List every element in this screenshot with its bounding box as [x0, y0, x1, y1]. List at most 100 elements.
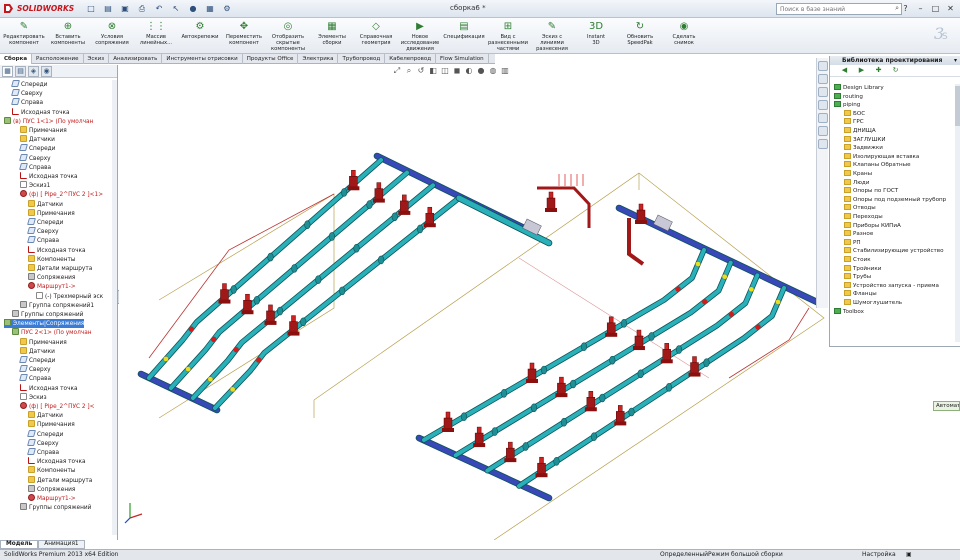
forum-tab-icon[interactable]	[818, 139, 828, 149]
ribbon-button-11[interactable]: ⊞ Вид с разнесенными частями	[486, 18, 530, 53]
search-input[interactable]	[777, 4, 887, 14]
tree-item[interactable]: Справа	[19, 374, 51, 383]
new-icon[interactable]: □	[84, 2, 98, 15]
tree-item[interactable]: Примечания	[20, 337, 67, 347]
solidworks-logo[interactable]: SOLIDWORKS	[2, 2, 76, 15]
tab-0[interactable]: Сборка	[0, 54, 33, 64]
previous-view-icon[interactable]: ↺	[416, 66, 426, 76]
tree-item[interactable]: (в) ПУС 1<1> (По умолчан	[4, 116, 93, 126]
library-item[interactable]: РП	[844, 238, 861, 248]
file-explorer-tab-icon[interactable]	[818, 87, 828, 97]
library-item[interactable]: Тройники	[844, 264, 881, 274]
tab-1[interactable]: Расположение	[32, 54, 84, 64]
library-item[interactable]: Трубы	[844, 273, 871, 282]
tree-item[interactable]: Сопряжения	[28, 273, 75, 282]
property-manager-tab-icon[interactable]: ▤	[15, 66, 26, 77]
tree-item[interactable]: Справа	[19, 162, 51, 172]
library-item[interactable]: Разное	[844, 230, 873, 239]
close-icon[interactable]: ✕	[945, 3, 956, 14]
tree-item[interactable]: Группа сопряжений1	[20, 300, 94, 310]
library-item[interactable]: Клапаны Обратные	[844, 161, 911, 170]
tree-item[interactable]: Сверху	[27, 438, 59, 448]
rebuild-icon[interactable]: ●	[186, 2, 200, 15]
custom-properties-tab-icon[interactable]	[818, 126, 828, 136]
tree-item[interactable]: Исходная точка	[28, 457, 86, 466]
tree-item[interactable]: Сверху	[19, 153, 51, 163]
ribbon-button-8[interactable]: ◇ Справочная геометрия	[354, 18, 398, 52]
tree-item[interactable]: Спереди	[27, 218, 63, 227]
tree-item[interactable]: Спереди	[19, 144, 55, 153]
tree-item[interactable]: Спереди	[19, 356, 55, 365]
tab-5[interactable]: Продукты Office	[243, 54, 299, 64]
appearance-icon[interactable]: ●	[476, 66, 486, 76]
ribbon-button-10[interactable]: ▤ Спецификация	[442, 18, 486, 52]
library-item[interactable]: Стоик	[844, 256, 871, 265]
library-item[interactable]: ЗАГЛУШКИ	[844, 135, 886, 145]
tab-6[interactable]: Электрика	[298, 54, 339, 64]
tree-item[interactable]: Примечания	[28, 208, 75, 218]
design-library-scrollbar[interactable]	[955, 84, 960, 342]
library-item[interactable]: Стабилизирующие устройство	[844, 247, 944, 256]
tree-item[interactable]: Детали маршрута	[28, 264, 92, 273]
tree-item[interactable]: Компоненты	[28, 254, 75, 264]
add-to-library-icon[interactable]: ✚	[874, 66, 883, 75]
view-orientation-icon[interactable]: ◫	[440, 66, 450, 76]
ribbon-button-15[interactable]: ◉ Сделать снимок	[662, 18, 706, 52]
library-item[interactable]: Фланцы	[844, 290, 877, 299]
tree-scrollbar[interactable]	[112, 80, 117, 535]
tree-item[interactable]: Эскиз1	[20, 181, 50, 190]
open-icon[interactable]: ▤	[101, 2, 115, 15]
tree-item[interactable]: Маршрут1->	[28, 494, 76, 503]
display-manager-icon[interactable]: ▥	[500, 66, 510, 76]
file-props-icon[interactable]: ▦	[203, 2, 217, 15]
tree-item[interactable]: Детали маршрута	[28, 475, 92, 485]
library-item[interactable]: Опоры по ГОСТ	[844, 187, 898, 196]
search-icon[interactable]: ⌕	[895, 4, 899, 13]
tree-item[interactable]: Справа	[27, 448, 59, 457]
ribbon-button-5[interactable]: ✥ Переместить компонент	[222, 18, 266, 52]
tab-9[interactable]: Flow Simulation	[436, 54, 489, 64]
graphics-area[interactable]	[119, 78, 825, 540]
library-item[interactable]: routing	[834, 92, 863, 102]
tab-4[interactable]: Инструменты отрисовки	[162, 54, 243, 64]
tree-item[interactable]: Сверху	[19, 365, 51, 374]
select-icon[interactable]: ↖	[169, 2, 183, 15]
undo-icon[interactable]: ↶	[152, 2, 166, 15]
palette-tab[interactable]: Автоматически	[933, 401, 960, 411]
ribbon-button-9[interactable]: ▶ Новое исследование движения	[398, 18, 442, 53]
library-item[interactable]: Отводы	[844, 204, 876, 213]
back-icon[interactable]: ◀	[840, 66, 849, 75]
tree-item[interactable]: (-) Трехмерный эск	[36, 291, 103, 301]
zoom-fit-icon[interactable]: ⤢	[392, 66, 402, 76]
ribbon-button-12[interactable]: ✎ Эскиз с линиями разнесения	[530, 18, 574, 53]
tree-item[interactable]: (ф) [ Pipe_2^ПУС 2 ]<1>	[20, 190, 103, 199]
tree-item[interactable]: Датчики	[28, 199, 63, 209]
forward-icon[interactable]: ▶	[857, 66, 866, 75]
library-item[interactable]: Toolbox	[834, 307, 864, 317]
tree-item[interactable]: Исходная точка	[12, 107, 70, 117]
tree-item[interactable]: Исходная точка	[20, 383, 78, 393]
tree-item[interactable]: Сверху	[27, 227, 59, 236]
options-icon[interactable]: ⚙	[220, 2, 234, 15]
resources-tab-icon[interactable]	[818, 61, 828, 71]
tree-item[interactable]: Спереди	[27, 429, 63, 439]
library-item[interactable]: ДНИЩА	[844, 127, 876, 136]
tree-item[interactable]: Маршрут1->	[28, 282, 76, 291]
tree-item[interactable]: Справа	[27, 236, 59, 245]
tab-2[interactable]: Эскиз	[84, 54, 110, 64]
library-item[interactable]: Опоры под подземный трубопр	[844, 195, 946, 205]
tree-item[interactable]: Датчики	[20, 135, 55, 144]
scroll-thumb[interactable]	[955, 86, 960, 126]
ribbon-button-13[interactable]: 3D Instant 3D	[574, 18, 618, 52]
pin-icon[interactable]: ▾	[954, 56, 957, 65]
ribbon-button-7[interactable]: ▦ Элементы сборки	[310, 18, 354, 52]
save-icon[interactable]: ▣	[118, 2, 132, 15]
tree-item[interactable]: Примечания	[20, 126, 67, 135]
tab-3[interactable]: Анализировать	[109, 54, 163, 64]
ribbon-button-1[interactable]: ⊕ Вставить компоненты	[46, 18, 90, 52]
tree-item[interactable]: Справа	[11, 98, 43, 107]
view-palette-tab-icon[interactable]	[818, 100, 828, 110]
refresh-icon[interactable]: ↻	[891, 66, 900, 75]
print-icon[interactable]: ⎙	[135, 2, 149, 15]
tree-item[interactable]: Элементы|Сопряжения	[4, 319, 85, 329]
